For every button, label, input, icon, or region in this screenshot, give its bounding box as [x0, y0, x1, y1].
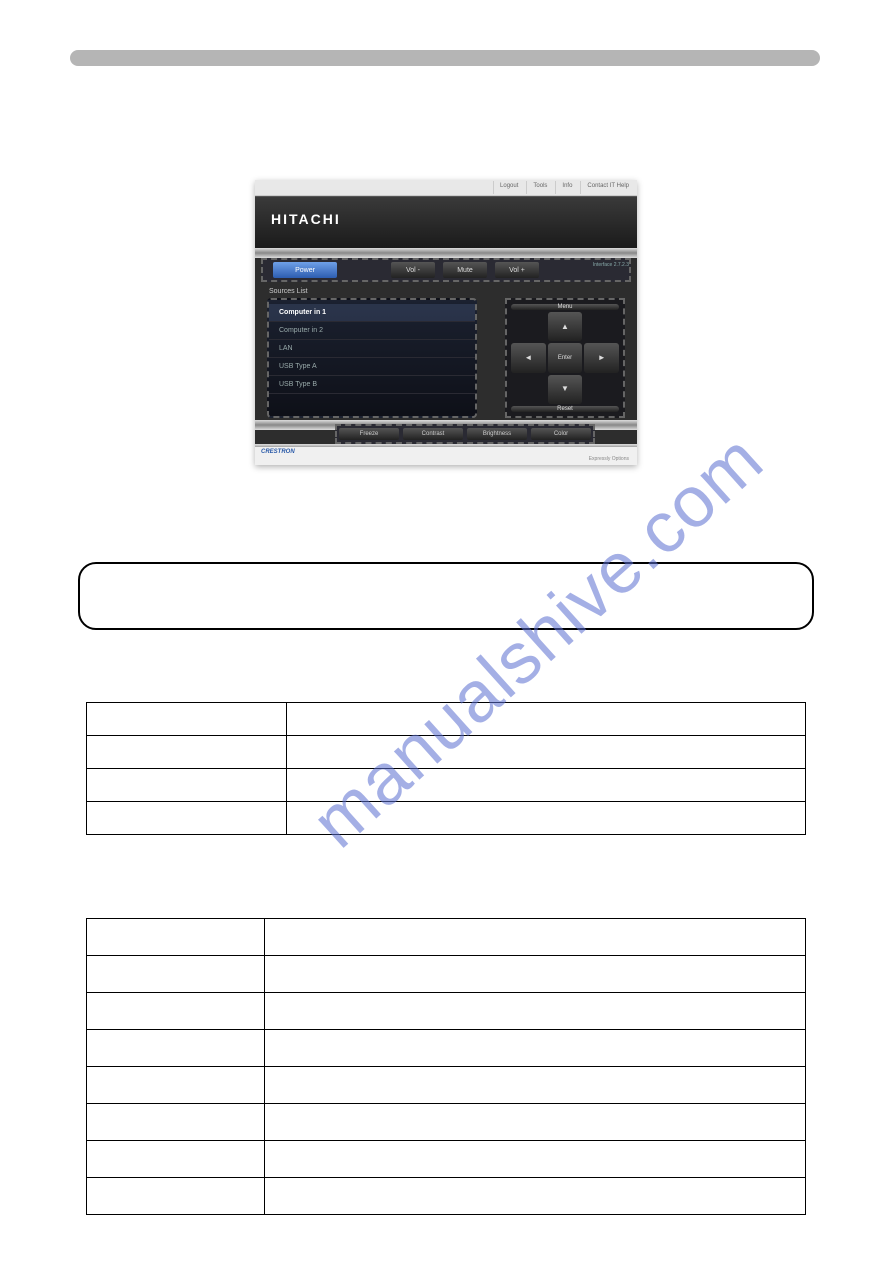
device-top-menu: Logout Tools Info Contact IT Help [255, 180, 637, 196]
sources-list-label: Sources List [269, 288, 308, 295]
table-row [87, 993, 806, 1030]
table-row [87, 1104, 806, 1141]
color-button[interactable]: Color [531, 428, 591, 440]
bottom-toolbar: Freeze Contrast Brightness Color [335, 424, 595, 444]
right-icon: ► [598, 354, 606, 362]
mute-button[interactable]: Mute [443, 262, 487, 278]
sources-list: Computer in 1 Computer in 2 LAN USB Type… [267, 298, 477, 418]
table-row [87, 1030, 806, 1067]
table-2 [86, 918, 806, 1215]
up-button[interactable]: ▲ [548, 312, 583, 341]
brand-area: HITACHI [255, 196, 637, 250]
main-toolbar: Power Vol - Mute Vol + [261, 258, 631, 282]
source-item[interactable]: USB Type B [269, 376, 475, 394]
table-row [87, 802, 806, 835]
up-icon: ▲ [561, 323, 569, 331]
table-row [87, 703, 806, 736]
source-item[interactable]: Computer in 2 [269, 322, 475, 340]
header-divider [70, 50, 820, 66]
contrast-button[interactable]: Contrast [403, 428, 463, 440]
crestron-tagline: Expressly Options [589, 456, 629, 462]
device-screenshot: Logout Tools Info Contact IT Help HITACH… [255, 180, 637, 465]
topbar-logout[interactable]: Logout [493, 181, 524, 194]
page: Logout Tools Info Contact IT Help HITACH… [0, 0, 893, 1263]
table-row [87, 1178, 806, 1215]
crestron-logo: CRESTRON [261, 449, 295, 455]
table-row [87, 736, 806, 769]
brightness-button[interactable]: Brightness [467, 428, 527, 440]
table-row [87, 956, 806, 993]
table-1 [86, 702, 806, 835]
left-icon: ◄ [524, 354, 532, 362]
menu-button[interactable]: Menu [511, 304, 619, 310]
table-row [87, 919, 806, 956]
vol-minus-button[interactable]: Vol - [391, 262, 435, 278]
note-box [78, 562, 814, 630]
source-item[interactable]: LAN [269, 340, 475, 358]
table-row [87, 1141, 806, 1178]
freeze-button[interactable]: Freeze [339, 428, 399, 440]
nav-pad: Menu ▲ ◄ Enter ► ▼ Reset [505, 298, 625, 418]
power-button[interactable]: Power [273, 262, 337, 278]
down-icon: ▼ [561, 385, 569, 393]
table-row [87, 1067, 806, 1104]
right-button[interactable]: ► [584, 343, 619, 372]
topbar-info[interactable]: Info [555, 181, 578, 194]
steel-bar-top [255, 248, 637, 258]
down-button[interactable]: ▼ [548, 375, 583, 404]
left-button[interactable]: ◄ [511, 343, 546, 372]
vol-plus-button[interactable]: Vol + [495, 262, 539, 278]
enter-button[interactable]: Enter [548, 343, 583, 372]
topbar-help[interactable]: Contact IT Help [580, 181, 635, 194]
crestron-footer: CRESTRON Expressly Options [255, 446, 637, 465]
interface-version: Interface 2.7.2.3 [593, 262, 629, 268]
source-item[interactable]: USB Type A [269, 358, 475, 376]
table-row [87, 769, 806, 802]
source-item[interactable]: Computer in 1 [269, 304, 475, 322]
reset-button[interactable]: Reset [511, 406, 619, 412]
topbar-tools[interactable]: Tools [526, 181, 553, 194]
brand-label: HITACHI [271, 211, 341, 227]
